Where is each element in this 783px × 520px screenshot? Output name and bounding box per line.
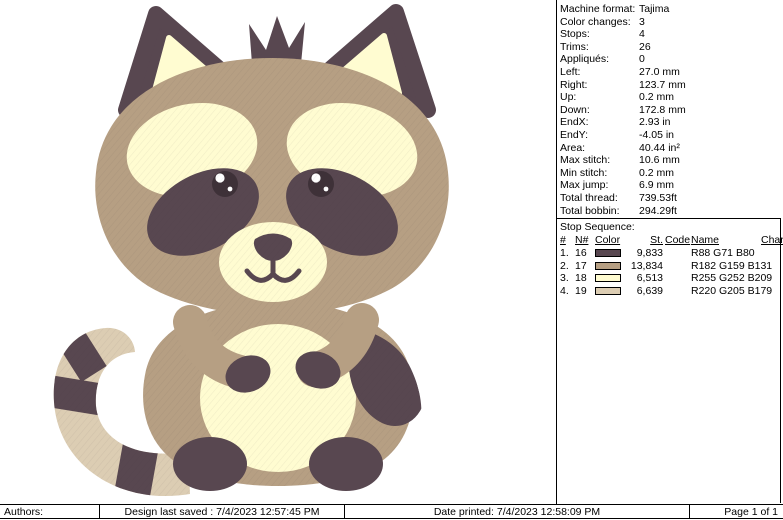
field-label: Trims: — [560, 40, 589, 53]
raccoon-head — [95, 58, 449, 316]
authors-label: Authors: — [0, 505, 100, 518]
field-label: Stops: — [560, 28, 590, 41]
row-stitch-count: 13,834 — [630, 259, 663, 272]
col-header-number: # — [560, 234, 566, 247]
stop-sequence-title: Stop Sequence: — [560, 221, 635, 233]
machine-info-field: Total thread: 739.53ft — [560, 192, 783, 205]
col-header-stitches: St. — [650, 234, 663, 247]
print-preview-page: Machine format: Tajima Color changes: 3 … — [0, 0, 783, 520]
machine-info-field: Trims: 26 — [560, 41, 783, 54]
field-label: Max jump: — [560, 179, 609, 192]
field-label: Down: — [560, 103, 590, 116]
field-value: 0.2 mm — [639, 91, 675, 104]
field-label: Color changes: — [560, 15, 631, 28]
field-value: 6.9 mm — [639, 179, 675, 192]
field-value: 123.7 mm — [639, 78, 686, 91]
stop-sequence-header: # N# Color St. Code Name Chart — [560, 234, 783, 247]
row-stitch-count: 6,513 — [636, 272, 663, 285]
machine-info-field: EndX: 2.93 in — [560, 116, 783, 129]
date-printed: Date printed: 7/4/2023 12:58:09 PM — [345, 505, 690, 518]
field-value: 739.53ft — [639, 191, 677, 204]
row-needle: 18 — [575, 272, 587, 285]
raccoon-embroidery-design — [53, 4, 449, 497]
machine-info-field: Up: 0.2 mm — [560, 91, 783, 104]
stop-sequence-row: 1. 16 9,833 R88 G71 B80 — [560, 247, 780, 260]
field-value: 26 — [639, 40, 651, 53]
row-needle: 17 — [575, 259, 587, 272]
machine-info-field: Min stitch: 0.2 mm — [560, 167, 783, 180]
stop-sequence-section: Stop Sequence: # N# Color St. Code Name … — [557, 218, 783, 503]
machine-info-field: Down: 172.8 mm — [560, 104, 783, 117]
field-value: 27.0 mm — [639, 65, 680, 78]
row-stitch-count: 9,833 — [636, 247, 663, 260]
machine-info-panel: Machine format: Tajima Color changes: 3 … — [557, 0, 783, 503]
field-value: 172.8 mm — [639, 103, 686, 116]
field-value: 10.6 mm — [639, 154, 680, 167]
machine-info-field: Right: 123.7 mm — [560, 79, 783, 92]
field-label: Machine format: — [560, 3, 636, 15]
field-value: 2.93 in — [639, 116, 671, 129]
row-number: 4. — [560, 284, 569, 297]
field-value: 0 — [639, 53, 645, 66]
page-indicator: Page 1 of 1 — [724, 506, 778, 518]
row-color-name: R182 G159 B131 — [691, 259, 773, 272]
col-header-chart: Chart — [761, 234, 783, 247]
row-color-name: R220 G205 B179 — [691, 284, 773, 297]
stop-sequence-row: 2. 17 13,834 R182 G159 B131 — [560, 260, 780, 273]
machine-info-field: Max jump: 6.9 mm — [560, 179, 783, 192]
field-label: EndY: — [560, 128, 589, 141]
field-value: -4.05 in — [639, 128, 675, 141]
field-value: Tajima — [639, 3, 670, 15]
machine-info-field: Appliqués: 0 — [560, 53, 783, 66]
col-header-color: Color — [595, 234, 621, 247]
thread-color-swatch — [595, 274, 621, 283]
field-label: Max stitch: — [560, 154, 611, 167]
stop-sequence-rows: 1. 16 9,833 R88 G71 B80 2. 17 13,834 R18… — [560, 247, 780, 297]
field-label: Min stitch: — [560, 166, 608, 179]
field-value: 3 — [639, 15, 645, 28]
machine-info-field: Color changes: 3 — [560, 16, 783, 29]
field-value: 4 — [639, 28, 645, 41]
stop-sequence-row: 3. 18 6,513 R255 G252 B209 — [560, 272, 780, 285]
field-label: Up: — [560, 91, 577, 104]
field-value: 294.29ft — [639, 204, 677, 217]
field-value: 40.44 in² — [639, 141, 680, 154]
row-stitch-count: 6,639 — [636, 284, 663, 297]
field-label: Right: — [560, 78, 588, 91]
machine-info-field: EndY: -4.05 in — [560, 129, 783, 142]
machine-info-field: Total bobbin: 294.29ft — [560, 205, 783, 218]
status-bar: Authors: Design last saved : 7/4/2023 12… — [0, 504, 783, 519]
stop-sequence-row: 4. 19 6,639 R220 G205 B179 — [560, 285, 780, 298]
machine-info-field: Stops: 4 — [560, 28, 783, 41]
row-color-name: R255 G252 B209 — [691, 272, 773, 285]
hair-tuft — [249, 16, 305, 64]
row-color-name: R88 G71 B80 — [691, 247, 755, 260]
field-value: 0.2 mm — [639, 166, 675, 179]
design-canvas — [0, 0, 556, 503]
machine-info-field: Area: 40.44 in² — [560, 142, 783, 155]
row-number: 1. — [560, 247, 569, 260]
thread-color-swatch — [595, 261, 621, 270]
row-number: 2. — [560, 259, 569, 272]
thread-color-swatch — [595, 249, 621, 258]
field-label: Total bobbin: — [560, 204, 620, 217]
machine-info-field: Max stitch: 10.6 mm — [560, 154, 783, 167]
field-label: Area: — [560, 141, 586, 154]
col-header-needle: N# — [575, 234, 589, 247]
machine-info-field: Machine format: Tajima — [560, 3, 783, 16]
design-last-saved: Design last saved : 7/4/2023 12:57:45 PM — [100, 505, 345, 518]
row-number: 3. — [560, 272, 569, 285]
field-label: EndX: — [560, 116, 589, 129]
field-label: Appliqués: — [560, 53, 610, 66]
field-label: Left: — [560, 65, 581, 78]
machine-info-field: Left: 27.0 mm — [560, 66, 783, 79]
thread-color-swatch — [595, 287, 621, 296]
col-header-name: Name — [691, 234, 720, 247]
machine-info-list: Machine format: Tajima Color changes: 3 … — [557, 0, 783, 217]
col-header-code: Code — [665, 234, 691, 247]
field-label: Total thread: — [560, 191, 618, 204]
row-needle: 16 — [575, 247, 587, 260]
row-needle: 19 — [575, 284, 587, 297]
